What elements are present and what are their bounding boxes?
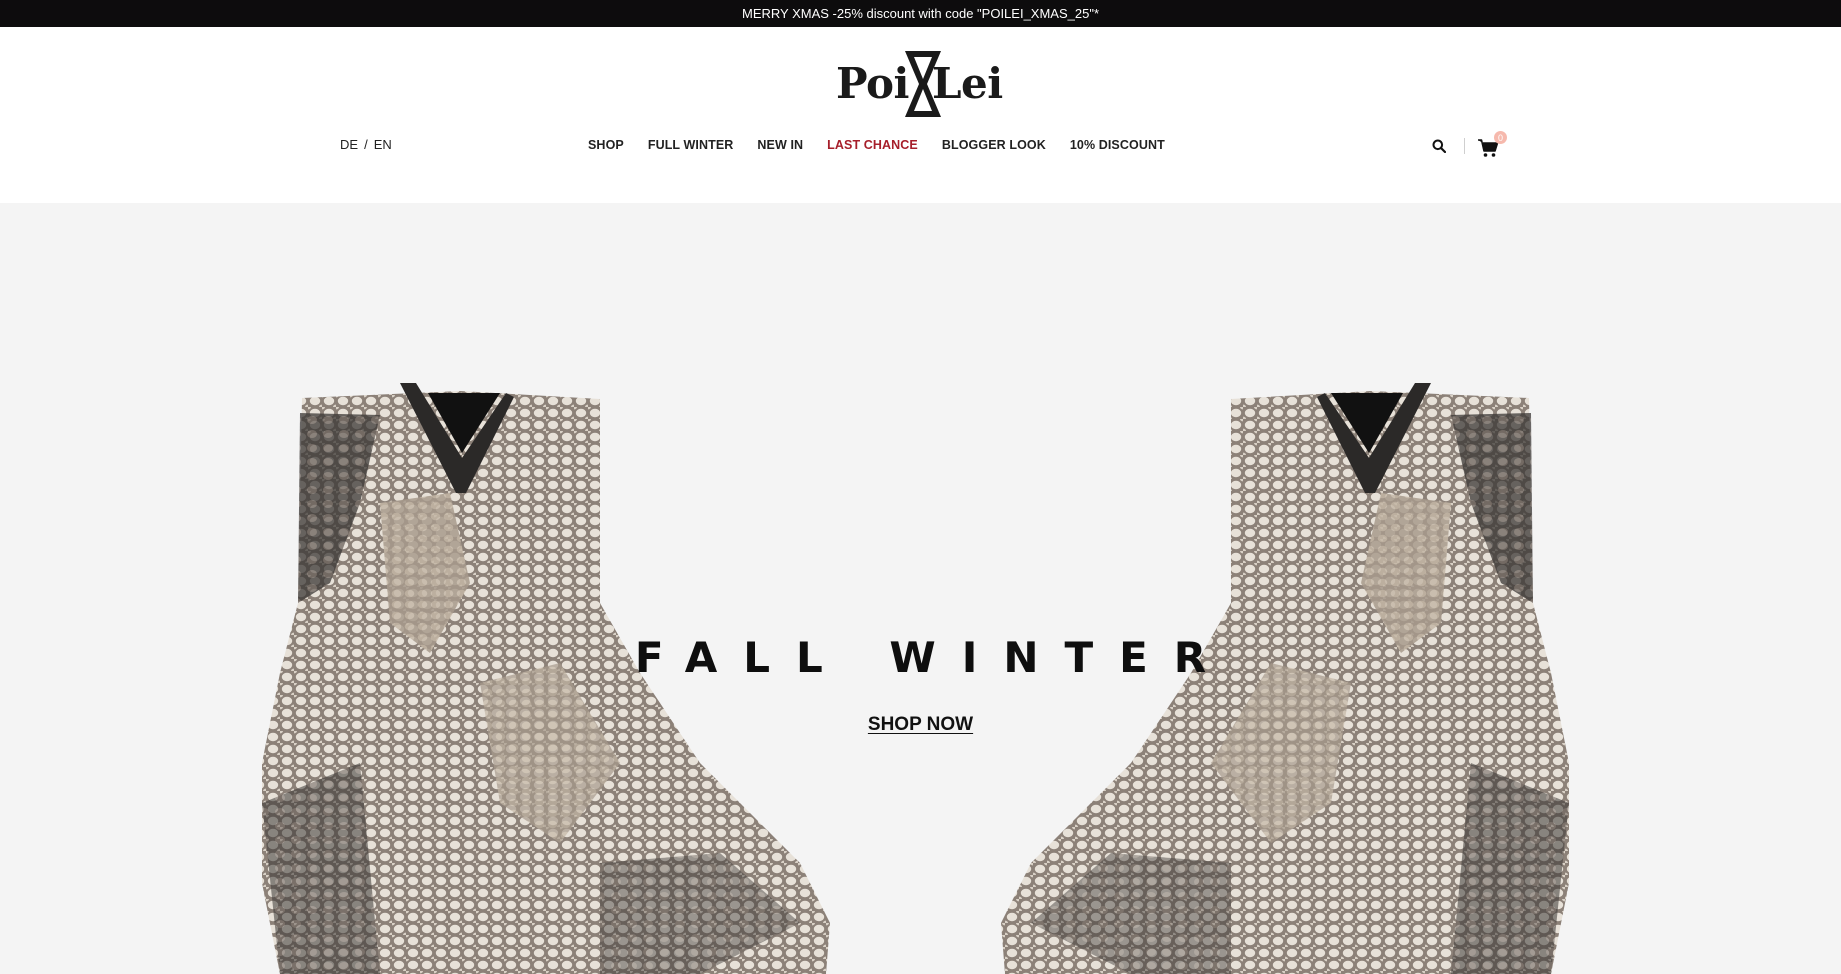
shop-now-link[interactable]: SHOP NOW	[868, 714, 973, 735]
cart-button[interactable]: 0	[1477, 131, 1507, 158]
icon-divider	[1464, 138, 1465, 154]
nav-item-shop[interactable]: SHOP	[588, 138, 624, 152]
cart-count-badge: 0	[1494, 131, 1507, 144]
lang-separator: /	[364, 137, 368, 152]
snakeskin-boot-left-image	[262, 383, 1569, 974]
nav-item-blogger-look[interactable]: BLOGGER LOOK	[942, 138, 1046, 152]
site-header: Poi Lei DE / EN SHOP FULL WINTER NEW IN …	[0, 27, 1841, 203]
header-icons: 0	[1428, 131, 1507, 160]
search-icon[interactable]	[1428, 135, 1450, 157]
hero-title: FALL WINTER	[634, 633, 1233, 682]
logo-text-left: Poi	[836, 59, 909, 108]
announcement-bar: MERRY XMAS -25% discount with code "POIL…	[0, 0, 1841, 27]
nav-item-full-winter[interactable]: FULL WINTER	[648, 138, 734, 152]
hero-banner[interactable]: FALL WINTER SHOP NOW	[0, 203, 1841, 974]
nav-item-new-in[interactable]: NEW IN	[757, 138, 803, 152]
nav-item-discount[interactable]: 10% DISCOUNT	[1070, 138, 1165, 152]
language-switcher: DE / EN	[340, 137, 392, 152]
nav-item-last-chance[interactable]: LAST CHANCE	[827, 138, 918, 152]
lang-de-link[interactable]: DE	[340, 137, 358, 152]
main-nav: SHOP FULL WINTER NEW IN LAST CHANCE BLOG…	[588, 138, 1189, 152]
lang-en-link[interactable]: EN	[374, 137, 392, 152]
hero-cta-wrapper: SHOP NOW	[0, 714, 1841, 736]
brand-logo[interactable]: Poi Lei	[836, 49, 1008, 119]
announcement-text: MERRY XMAS -25% discount with code "POIL…	[741, 6, 1100, 21]
logo-text-right: Lei	[932, 59, 1003, 108]
